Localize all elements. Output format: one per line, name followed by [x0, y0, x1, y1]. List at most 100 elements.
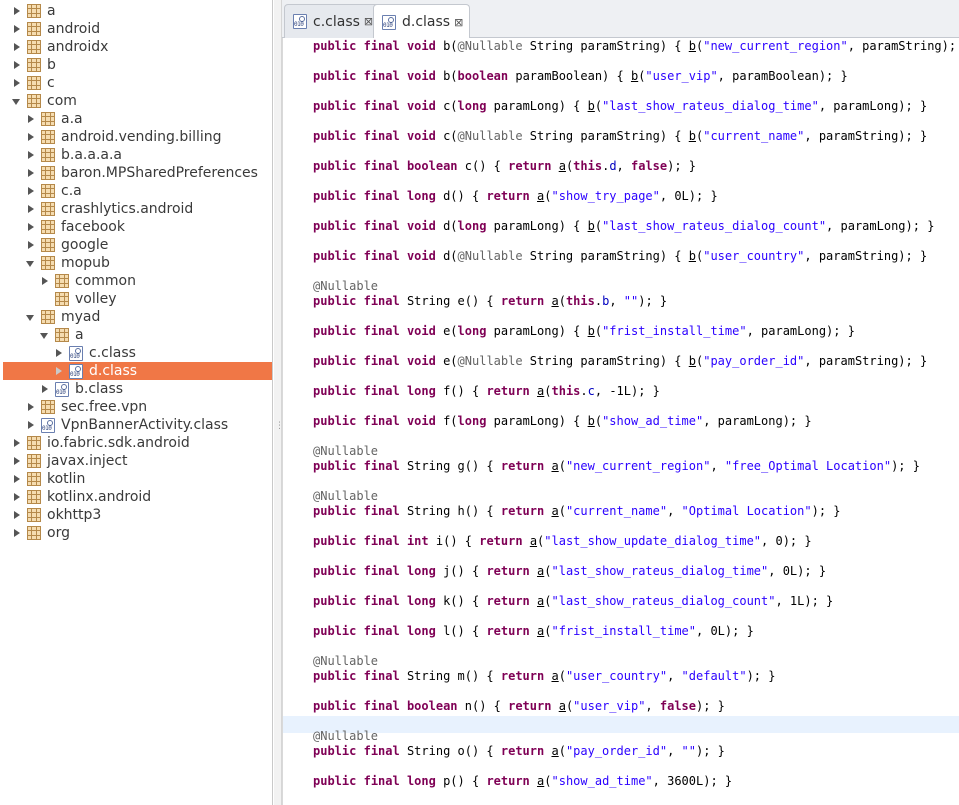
package-explorer-tree[interactable]: a android androidx b c com a.a android.vending.…: [3, 0, 273, 805]
expand-arrow-right-icon[interactable]: [51, 344, 67, 362]
tree-item-javax-inject[interactable]: javax.inject: [3, 452, 272, 470]
tree-item-okhttp3[interactable]: okhttp3: [3, 506, 272, 524]
expand-arrow-right-icon[interactable]: [9, 488, 25, 506]
class-file-icon: 010: [69, 345, 83, 361]
close-tab-icon[interactable]: ⊠: [364, 15, 373, 28]
tree-item-io-fabric-sdk-android[interactable]: io.fabric.sdk.android: [3, 434, 272, 452]
code-token: void: [406, 414, 436, 428]
close-tab-icon[interactable]: ⊠: [454, 16, 463, 29]
code-token: f(: [435, 414, 458, 428]
tree-item-b[interactable]: b: [3, 56, 272, 74]
expand-arrow-down-icon[interactable]: [9, 92, 25, 110]
package-icon: [27, 76, 41, 90]
tree-item-kotlin[interactable]: kotlin: [3, 470, 272, 488]
expand-arrow-right-icon[interactable]: [51, 362, 67, 380]
code-token: (: [558, 669, 566, 683]
editor-tab-bar: 010 c.class ⊠ 010 d.class ⊠: [282, 0, 959, 39]
tree-item-label: VpnBannerActivity.class: [61, 417, 229, 433]
expand-arrow-right-icon[interactable]: [37, 380, 53, 398]
tree-item-volley[interactable]: volley: [3, 290, 272, 308]
code-token: l() {: [435, 624, 487, 638]
code-line: public final void f(long paramLong) { b(…: [313, 414, 812, 428]
expand-arrow-down-icon[interactable]: [23, 308, 39, 326]
tab-d-class[interactable]: 010 d.class ⊠: [373, 4, 471, 39]
tree-item-crashlytics-android[interactable]: crashlytics.android: [3, 200, 272, 218]
tree-item-baron-mpsharedpreferences[interactable]: baron.MPSharedPreferences: [3, 164, 272, 182]
tree-item-a-a[interactable]: a.a: [3, 110, 272, 128]
expand-arrow-right-icon[interactable]: [23, 146, 39, 164]
code-line: public final long f() { return a(this.c,…: [313, 384, 660, 398]
code-token: "last_show_rateus_dialog_count": [602, 219, 827, 233]
expand-arrow-right-icon[interactable]: [9, 20, 25, 38]
tree-item-android-vending-billing[interactable]: android.vending.billing: [3, 128, 272, 146]
expand-arrow-right-icon[interactable]: [9, 452, 25, 470]
expand-arrow-right-icon[interactable]: [9, 524, 25, 542]
code-token: public: [313, 99, 357, 113]
code-line: public final void d(long paramLong) { b(…: [313, 219, 934, 233]
expand-arrow-down-icon[interactable]: [37, 326, 53, 344]
code-token: final: [363, 159, 400, 173]
code-token: , paramString); }: [847, 39, 959, 53]
code-token: ,: [667, 744, 682, 758]
tree-item-facebook[interactable]: facebook: [3, 218, 272, 236]
tree-item-android[interactable]: android: [3, 20, 272, 38]
tree-item-sec-free-vpn[interactable]: sec.free.vpn: [3, 398, 272, 416]
tree-item-kotlinx-android[interactable]: kotlinx.android: [3, 488, 272, 506]
expand-arrow-right-icon[interactable]: [9, 506, 25, 524]
tree-item-myad[interactable]: myad: [3, 308, 272, 326]
expand-arrow-right-icon[interactable]: [23, 164, 39, 182]
code-token: ,: [667, 504, 682, 518]
code-token: ,: [616, 159, 631, 173]
code-token: public: [313, 669, 357, 683]
expand-arrow-right-icon[interactable]: [9, 470, 25, 488]
expand-arrow-right-icon[interactable]: [23, 218, 39, 236]
code-token: (: [558, 744, 566, 758]
expand-arrow-right-icon[interactable]: [23, 200, 39, 218]
tree-item-a[interactable]: a: [3, 326, 272, 344]
tree-item-c-a[interactable]: c.a: [3, 182, 272, 200]
expand-arrow-right-icon[interactable]: [23, 398, 39, 416]
tree-item-label: d.class: [89, 363, 138, 379]
expand-arrow-right-icon[interactable]: [9, 74, 25, 92]
code-token: public: [313, 189, 357, 203]
expand-arrow-right-icon[interactable]: [23, 128, 39, 146]
code-token: this: [565, 294, 595, 308]
expand-arrow-right-icon[interactable]: [9, 434, 25, 452]
tab-c-class[interactable]: 010 c.class ⊠: [284, 4, 381, 38]
code-editor[interactable]: public final void b(@Nullable String par…: [282, 38, 959, 805]
tree-item-common[interactable]: common: [3, 272, 272, 290]
code-token: public: [313, 459, 357, 473]
expand-arrow-right-icon[interactable]: [23, 182, 39, 200]
code-token: final: [363, 189, 400, 203]
pane-splitter[interactable]: ⋮: [274, 0, 284, 805]
code-token: return: [486, 564, 530, 578]
tree-item-vpnbanneractivity-class[interactable]: 010 VpnBannerActivity.class: [3, 416, 272, 434]
tree-item-b-a-a-a-a[interactable]: b.a.a.a.a: [3, 146, 272, 164]
tree-item-c-class[interactable]: 010 c.class: [3, 344, 272, 362]
tree-item-mopub[interactable]: mopub: [3, 254, 272, 272]
tree-item-org[interactable]: org: [3, 524, 272, 542]
expand-arrow-right-icon[interactable]: [23, 110, 39, 128]
tree-item-com[interactable]: com: [3, 92, 272, 110]
tree-item-androidx[interactable]: androidx: [3, 38, 272, 56]
expand-arrow-right-icon[interactable]: [9, 2, 25, 20]
tree-item-d-class[interactable]: 010 d.class: [3, 362, 272, 380]
expand-arrow-right-icon[interactable]: [37, 272, 53, 290]
code-token: "show_ad_time": [551, 774, 653, 788]
code-token: @Nullable: [313, 279, 379, 293]
expand-arrow-down-icon[interactable]: [23, 254, 39, 272]
code-line: public final long p() { return a("show_a…: [313, 774, 732, 788]
expand-arrow-right-icon[interactable]: [9, 38, 25, 56]
tree-item-c[interactable]: c: [3, 74, 272, 92]
code-token: "user_vip": [645, 69, 718, 83]
tree-item-a[interactable]: a: [3, 2, 272, 20]
tree-item-google[interactable]: google: [3, 236, 272, 254]
expand-arrow-right-icon[interactable]: [23, 236, 39, 254]
expand-arrow-right-icon[interactable]: [9, 56, 25, 74]
expand-arrow-right-icon[interactable]: [23, 416, 39, 434]
code-token: "pay_order_id": [703, 354, 805, 368]
tree-item-b-class[interactable]: 010 b.class: [3, 380, 272, 398]
